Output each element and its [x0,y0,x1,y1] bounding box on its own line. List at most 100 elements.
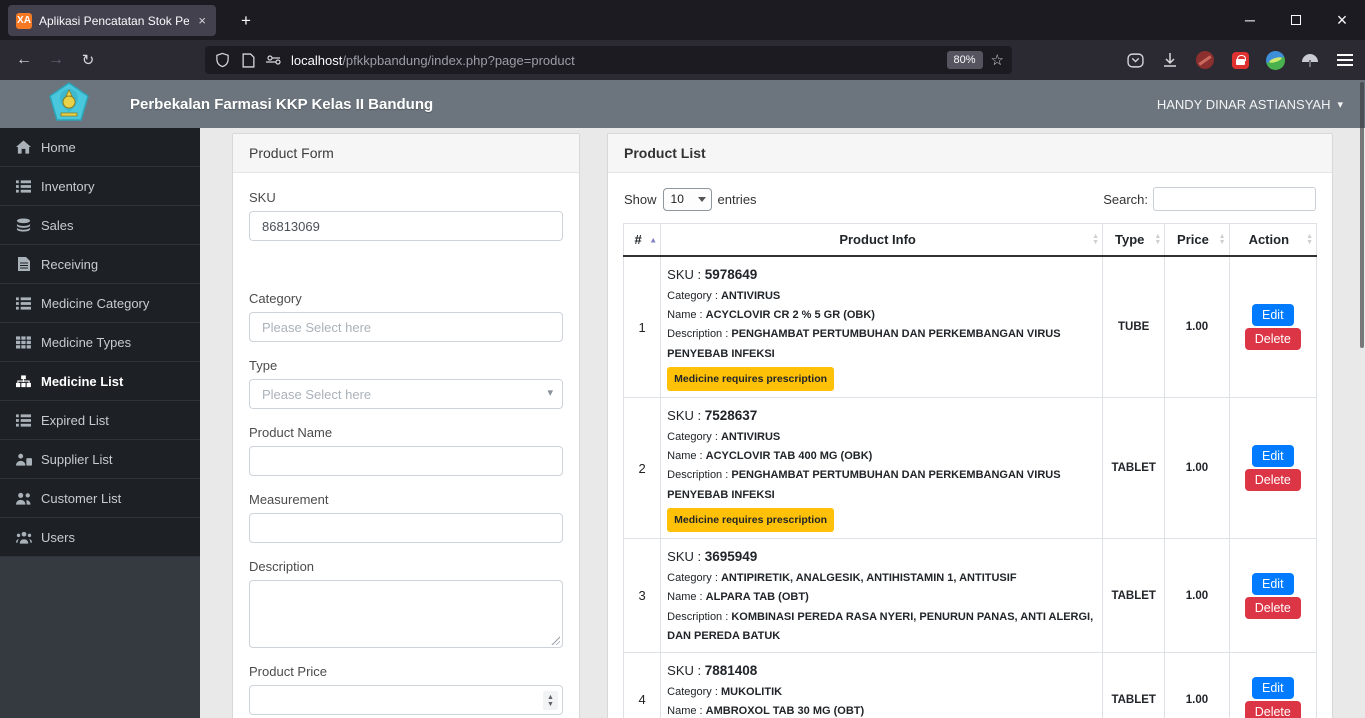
product-info-cell: SKU : 7881408 Category : MUKOLITIK Name … [660,652,1104,718]
actions-cell: Edit Delete [1228,652,1318,718]
file-icon [15,257,32,271]
bookmark-star-icon[interactable]: ☆ [991,51,1004,69]
spinner-up-icon[interactable]: ▲ [547,694,554,701]
sidebar-item-receiving[interactable]: Receiving [0,245,200,284]
sidebar-item-medicine-types[interactable]: Medicine Types [0,323,200,362]
forward-button[interactable]: → [40,46,72,74]
product-price-label: Product Price [249,664,328,679]
sku-input[interactable] [249,211,563,241]
product-price-input[interactable] [249,685,563,715]
list-icon [15,296,32,310]
users-group-icon [15,531,32,544]
tab-close-icon[interactable]: × [196,13,208,28]
sidebar-item-sales[interactable]: Sales [0,206,200,245]
browser-tab[interactable]: XA Aplikasi Pencatatan Stok Perbek × [8,5,216,36]
col-header-product-info[interactable]: Product Info ▲ ▼ [660,223,1104,257]
window-controls: ─ × [1227,0,1365,40]
category-field-group: Category [249,291,563,342]
sort-icon: ▲ ▼ [1306,232,1313,246]
col-header-price[interactable]: Price ▲ ▼ [1164,223,1230,257]
sidebar-item-medicine-list[interactable]: Medicine List [0,362,200,401]
edit-button[interactable]: Edit [1252,676,1294,699]
product-list-panel: Product List Show 10 entries Search: # ▲… [607,133,1333,718]
app-header: Perbekalan Farmasi KKP Kelas II Bandung … [0,80,1365,128]
url-text[interactable]: localhost/pfkkpbandung/index.php?page=pr… [291,53,939,68]
extension-password-lock-icon[interactable] [1230,50,1250,70]
product-form-panel: Product Form SKU Category Type Please Se… [232,133,580,718]
col-header-num[interactable]: # ▲ [622,223,662,257]
product-info-cell: SKU : 7528637 Category : ANTIVIRUS Name … [660,397,1104,540]
pocket-icon[interactable] [1125,50,1145,70]
measurement-field-group: Measurement [249,492,563,543]
shield-icon[interactable] [213,51,231,69]
user-menu[interactable]: HANDY DINAR ASTIANSYAH ▾ [1157,80,1343,128]
extension-umbrella-icon[interactable] [1300,50,1320,70]
sidebar: Home Inventory Sales Receiving Medicine … [0,128,200,718]
reload-button[interactable]: ↻ [72,46,104,74]
downloads-icon[interactable] [1160,50,1180,70]
edit-button[interactable]: Edit [1252,304,1294,327]
sidebar-item-supplier-list[interactable]: Supplier List [0,440,200,479]
new-tab-button[interactable]: + [233,8,259,34]
search-input[interactable] [1153,187,1316,211]
restore-button[interactable] [1273,0,1319,40]
row-number: 4 [622,652,662,718]
resize-grip-icon[interactable] [550,635,560,645]
prescription-badge: Medicine requires prescription [667,507,835,533]
menu-hamburger-icon[interactable] [1335,50,1355,70]
type-cell: TABLET [1102,538,1166,653]
sort-icon: ▲ ▼ [1154,232,1162,246]
spinner-down-icon[interactable]: ▼ [547,701,554,708]
page-scrollbar[interactable] [1360,82,1364,348]
number-spinner[interactable]: ▲ ▼ [543,691,558,710]
back-button[interactable]: ← [8,46,40,74]
delete-button[interactable]: Delete [1244,469,1301,492]
xampp-favicon-icon: XA [16,12,32,29]
actions-cell: Edit Delete [1228,538,1318,653]
delete-button[interactable]: Delete [1244,700,1301,718]
sidebar-item-customer-list[interactable]: Customer List [0,479,200,518]
site-permissions-icon[interactable] [265,51,283,69]
actions-cell: Edit Delete [1228,397,1318,540]
price-cell: 1.00 [1164,397,1230,540]
product-name-input[interactable] [249,446,563,476]
product-list-title: Product List [608,134,1332,173]
description-textarea[interactable] [249,580,563,648]
sidebar-item-users[interactable]: Users [0,518,200,557]
col-header-action[interactable]: Action ▲ ▼ [1228,223,1318,257]
delete-button[interactable]: Delete [1244,328,1301,351]
product-form-title: Product Form [233,134,579,173]
extension-adblock-icon[interactable] [1195,50,1215,70]
measurement-label: Measurement [249,492,329,507]
product-price-field-group: Product Price ▲ ▼ [249,664,563,715]
home-icon [15,140,32,154]
sort-icon: ▲ ▼ [1218,232,1226,246]
col-header-type[interactable]: Type ▲ ▼ [1102,223,1166,257]
table-row: 1 SKU : 5978649 Category : ANTIVIRUS Nam… [622,255,1318,399]
sidebar-item-inventory[interactable]: Inventory [0,167,200,206]
category-input[interactable] [249,312,563,342]
table-row: 4 SKU : 7881408 Category : MUKOLITIK Nam… [622,652,1318,718]
page-info-icon[interactable] [239,51,257,69]
measurement-input[interactable] [249,513,563,543]
price-cell: 1.00 [1164,538,1230,653]
delete-button[interactable]: Delete [1244,596,1301,619]
close-button[interactable]: × [1319,0,1365,40]
sidebar-item-home[interactable]: Home [0,128,200,167]
price-cell: 1.00 [1164,652,1230,718]
caret-down-icon: ▾ [1337,98,1343,111]
page-length-select[interactable]: 10 [662,187,712,211]
edit-button[interactable]: Edit [1252,572,1294,595]
edit-button[interactable]: Edit [1252,445,1294,468]
sort-asc-icon: ▲ [649,235,658,244]
sidebar-item-medicine-category[interactable]: Medicine Category [0,284,200,323]
type-field-group: Type Please Select here ▾ [249,358,563,409]
minimize-button[interactable]: ─ [1227,0,1273,40]
show-label: Show [624,191,657,207]
url-bar[interactable]: localhost/pfkkpbandung/index.php?page=pr… [205,46,1012,74]
sitemap-icon [15,374,32,388]
sidebar-item-expired-list[interactable]: Expired List [0,401,200,440]
extension-idm-globe-icon[interactable] [1265,50,1285,70]
type-select[interactable]: Please Select here [249,379,563,409]
zoom-level-badge[interactable]: 80% [946,51,983,69]
